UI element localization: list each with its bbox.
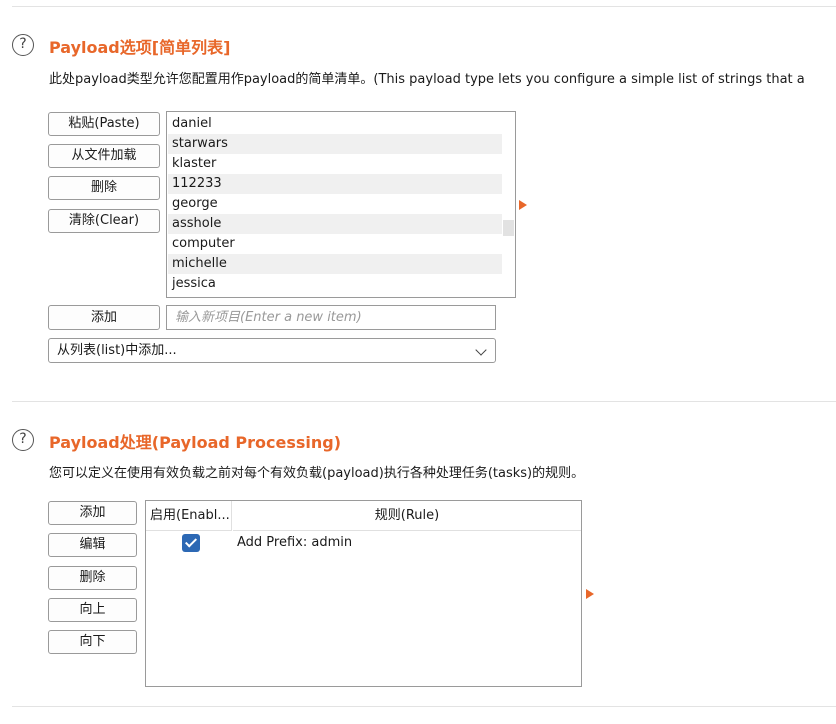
list-item[interactable]: jessica xyxy=(168,274,502,294)
edit-rule-button[interactable]: 编辑 xyxy=(48,533,137,557)
help-icon[interactable]: ? xyxy=(12,34,34,56)
payload-processing-title: Payload处理(Payload Processing) xyxy=(49,433,342,452)
column-header-enabled[interactable]: 启用(Enabl... xyxy=(146,501,232,531)
add-rule-button[interactable]: 添加 xyxy=(48,501,137,525)
list-item[interactable]: klaster xyxy=(168,154,502,174)
chevron-down-icon xyxy=(475,344,487,356)
list-item[interactable]: 112233 xyxy=(168,174,502,194)
help-icon[interactable]: ? xyxy=(12,429,34,451)
section-divider xyxy=(12,401,836,402)
rule-enabled-checkbox[interactable] xyxy=(182,534,200,552)
top-divider xyxy=(12,6,836,7)
move-down-button[interactable]: 向下 xyxy=(48,630,137,654)
remove-item-button[interactable]: 删除 xyxy=(48,176,160,200)
clear-button[interactable]: 清除(Clear) xyxy=(48,209,160,233)
payload-list[interactable]: daniel starwars klaster 112233 george as… xyxy=(166,111,516,298)
expand-arrow-icon[interactable] xyxy=(586,589,594,599)
remove-rule-button[interactable]: 删除 xyxy=(48,566,137,590)
paste-button[interactable]: 粘贴(Paste) xyxy=(48,112,160,136)
add-item-button[interactable]: 添加 xyxy=(48,305,160,330)
payload-processing-description: 您可以定义在使用有效负载之前对每个有效负载(payload)执行各种处理任务(t… xyxy=(49,466,585,481)
list-item[interactable]: michelle xyxy=(168,254,502,274)
payload-options-description: 此处payload类型允许您配置用作payload的简单清单。(This pay… xyxy=(49,72,805,87)
list-item[interactable]: george xyxy=(168,194,502,214)
processing-rules-table[interactable]: 启用(Enabl... 规则(Rule) Add Prefix: admin xyxy=(145,500,582,687)
load-from-file-button[interactable]: 从文件加载 xyxy=(48,144,160,168)
list-item[interactable]: asshole xyxy=(168,214,502,234)
list-scrollbar-thumb[interactable] xyxy=(503,220,514,236)
column-header-rule[interactable]: 规则(Rule) xyxy=(233,501,581,531)
table-row[interactable]: Add Prefix: admin xyxy=(146,531,581,555)
list-item[interactable]: computer xyxy=(168,234,502,254)
move-up-button[interactable]: 向上 xyxy=(48,598,137,622)
add-from-list-label: 从列表(list)中添加... xyxy=(57,343,177,358)
add-from-list-select[interactable]: 从列表(list)中添加... xyxy=(48,338,496,363)
list-item[interactable]: starwars xyxy=(168,134,502,154)
new-item-input[interactable]: 输入新项目(Enter a new item) xyxy=(166,305,496,330)
list-item[interactable]: daniel xyxy=(168,114,502,134)
payload-options-title: Payload选项[简单列表] xyxy=(49,38,231,57)
expand-arrow-icon[interactable] xyxy=(519,200,527,210)
rule-text: Add Prefix: admin xyxy=(237,535,353,550)
bottom-divider xyxy=(12,706,836,707)
